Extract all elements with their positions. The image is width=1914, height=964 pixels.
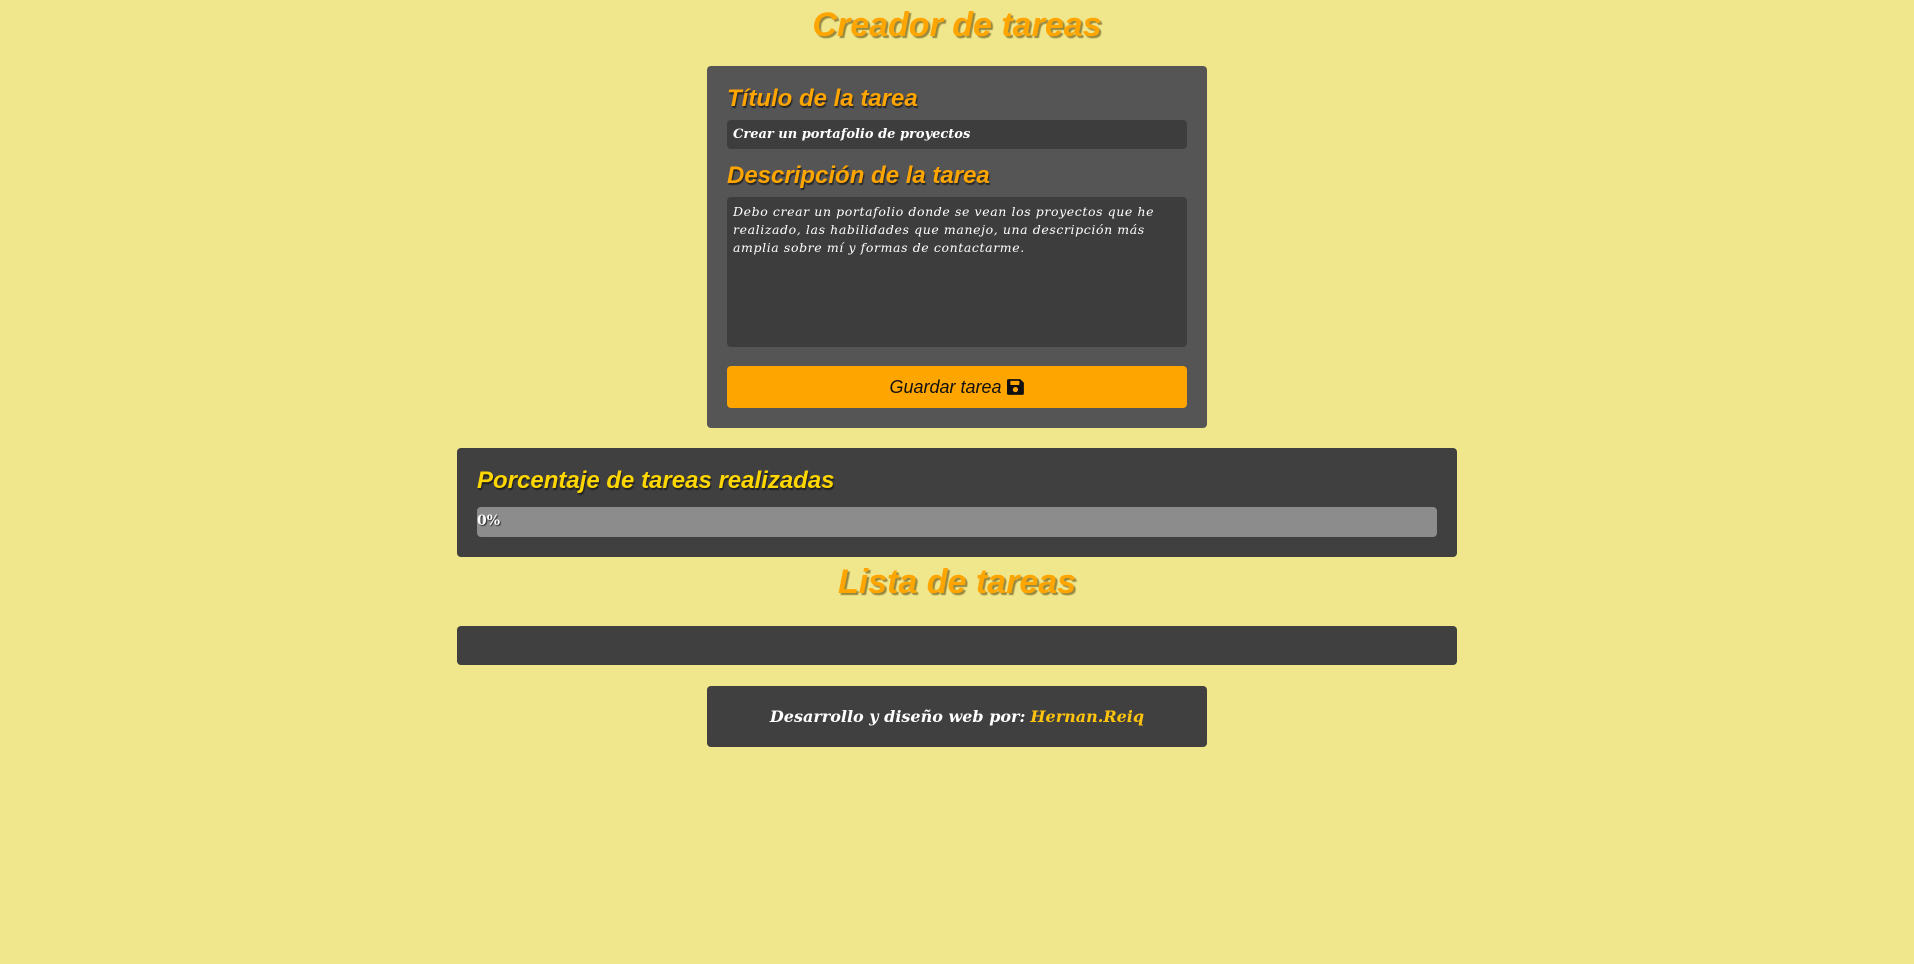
task-description-textarea[interactable]: Debo crear un portafolio donde se vean l… — [727, 197, 1187, 347]
task-list — [457, 626, 1457, 665]
progress-heading: Porcentaje de tareas realizadas — [477, 467, 835, 494]
task-description-label: Descripción de la tarea — [727, 162, 990, 189]
floppy-disk-icon — [1006, 378, 1025, 396]
author-link[interactable]: Hernan.Reiq — [1030, 707, 1144, 726]
progress-percent-text: 0% — [477, 513, 501, 529]
progress-bar: 0% — [477, 507, 1437, 537]
footer: Desarrollo y diseño web por: Hernan.Reiq — [707, 686, 1207, 747]
save-task-button[interactable]: Guardar tarea — [727, 366, 1187, 408]
page-title: Creador de tareas — [812, 6, 1102, 44]
save-task-label: Guardar tarea — [889, 376, 1002, 397]
task-creator-form: Título de la tarea Descripción de la tar… — [707, 66, 1207, 428]
footer-text: Desarrollo y diseño web por: — [769, 707, 1026, 726]
task-title-input[interactable] — [727, 120, 1187, 149]
task-title-label: Título de la tarea — [727, 85, 918, 112]
progress-panel: Porcentaje de tareas realizadas 0% — [457, 448, 1457, 557]
task-list-title: Lista de tareas — [837, 563, 1077, 601]
